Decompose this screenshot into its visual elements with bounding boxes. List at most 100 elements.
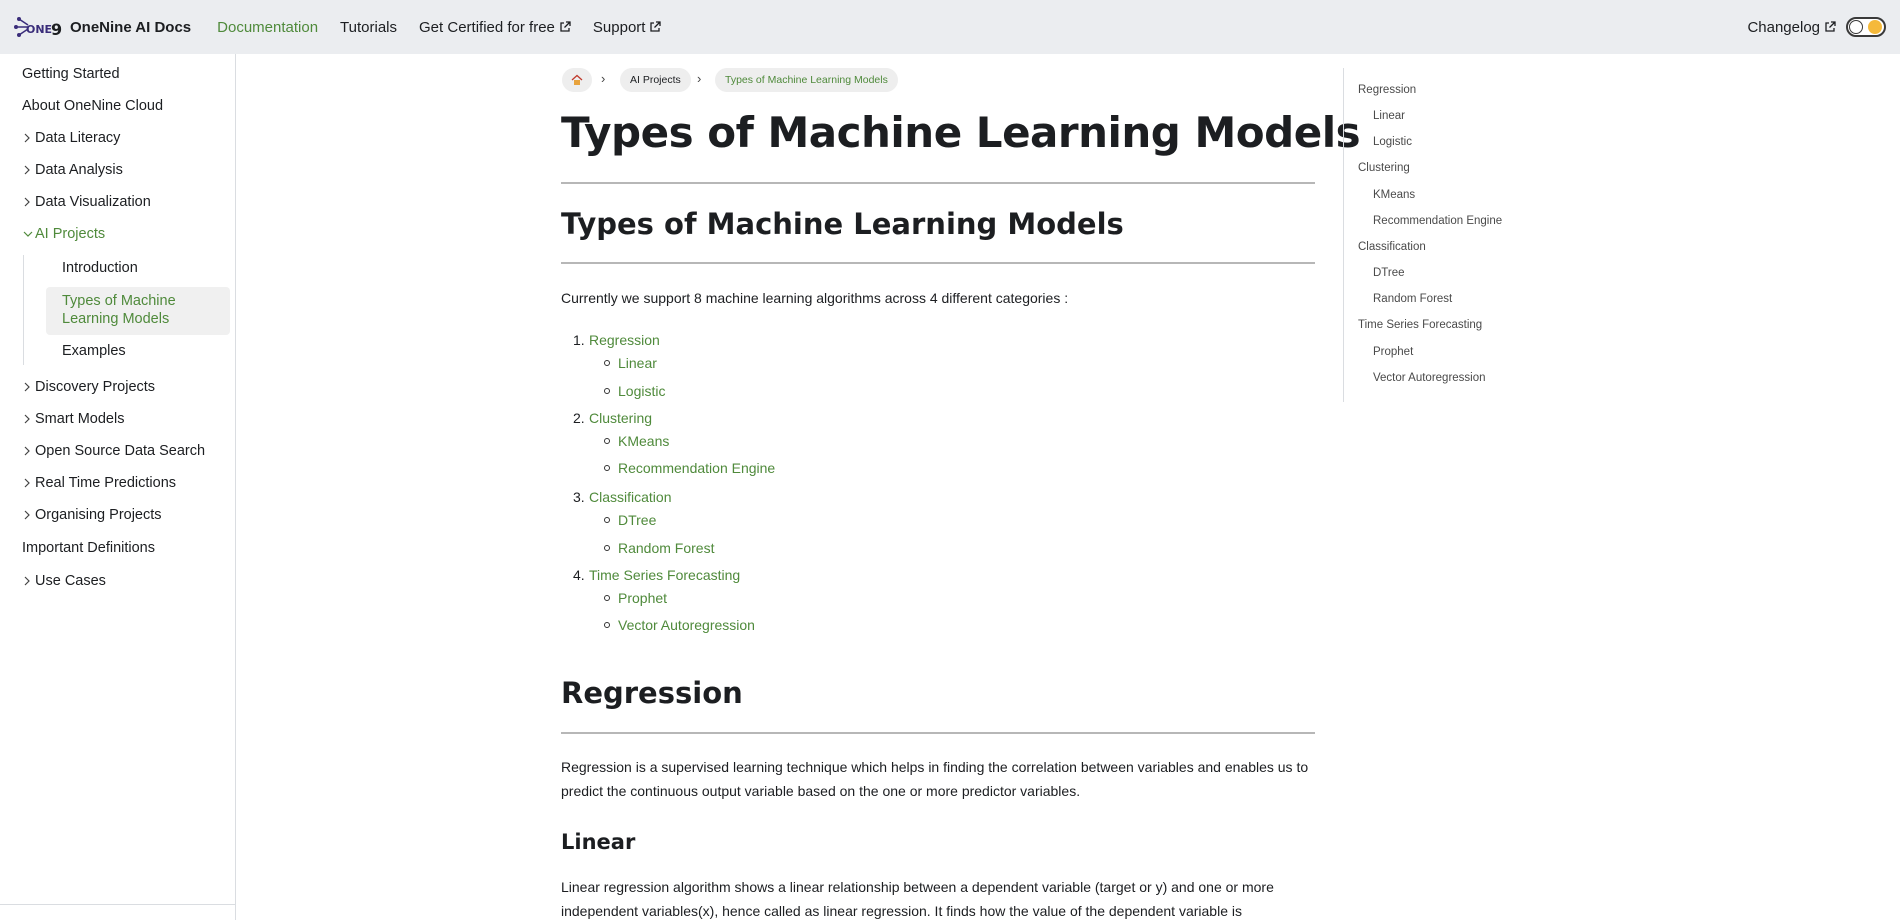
sidebar-collapse-bar[interactable] [0, 904, 235, 920]
toc-item-dtree[interactable]: DTree [1373, 267, 1405, 279]
breadcrumb-separator-icon: › [697, 71, 702, 86]
linear-heading: Linear [561, 830, 636, 854]
sidebar-item-label: Organising Projects [35, 507, 162, 523]
breadcrumb-label: AI Projects [630, 74, 681, 86]
sidebar-item-label: Smart Models [35, 411, 125, 427]
sidebar-item-real-time-predictions[interactable]: Real Time Predictions [22, 475, 176, 491]
link-prophet[interactable]: Prophet [618, 590, 667, 606]
link-logistic[interactable]: Logistic [618, 383, 665, 399]
sidebar-item-getting-started[interactable]: Getting Started [22, 66, 120, 82]
list-number: 1. [573, 332, 585, 348]
intro-paragraph: Currently we support 8 machine learning … [561, 290, 1069, 306]
link-recommendation-engine[interactable]: Recommendation Engine [618, 460, 775, 476]
nav-right: Changelog [1747, 0, 1886, 54]
toc-item-logistic[interactable]: Logistic [1373, 136, 1412, 148]
chevron-right-icon [24, 576, 30, 586]
nav-support-link[interactable]: Support [593, 19, 662, 36]
link-vector-autoregression[interactable]: Vector Autoregression [618, 617, 755, 633]
link-linear[interactable]: Linear [618, 355, 657, 371]
toc-item-recommendation-engine[interactable]: Recommendation Engine [1373, 215, 1502, 227]
chevron-right-icon [24, 510, 30, 520]
nav-get-certified-label: Get Certified for free [419, 18, 555, 36]
sun-icon [1868, 20, 1882, 34]
nav-get-certified-link[interactable]: Get Certified for free [419, 19, 571, 36]
chevron-right-icon [24, 478, 30, 488]
bullet [604, 438, 610, 444]
toc-item-time-series-forecasting[interactable]: Time Series Forecasting [1358, 319, 1482, 331]
page-title: Types of Machine Learning Models [561, 108, 1361, 157]
toc-item-regression[interactable]: Regression [1358, 84, 1416, 96]
toc-item-random-forest[interactable]: Random Forest [1373, 293, 1452, 305]
bullet [604, 545, 610, 551]
brand[interactable]: ONE 9 OneNine AI Docs [12, 11, 191, 43]
bullet [604, 517, 610, 523]
bullet [604, 622, 610, 628]
breadcrumb-separator-icon: › [601, 71, 606, 86]
link-regression[interactable]: Regression [589, 332, 660, 348]
nav-tutorials-label: Tutorials [340, 18, 398, 36]
toc-item-kmeans[interactable]: KMeans [1373, 189, 1415, 201]
toc-item-linear[interactable]: Linear [1373, 110, 1405, 122]
svg-text:9: 9 [51, 20, 62, 39]
external-link-icon [1825, 21, 1836, 32]
sidebar-item-label: Important Definitions [22, 540, 155, 556]
bullet [604, 388, 610, 394]
sidebar-item-use-cases[interactable]: Use Cases [22, 573, 106, 589]
sidebar-item-label: AI Projects [35, 226, 106, 242]
link-clustering[interactable]: Clustering [589, 410, 652, 426]
nav-documentation-label: Documentation [217, 18, 319, 36]
changelog-label: Changelog [1747, 18, 1820, 36]
sidebar-item-label: Use Cases [35, 573, 106, 589]
sidebar-item-label: Getting Started [22, 66, 120, 82]
divider [561, 732, 1315, 734]
list-number: 3. [573, 489, 585, 505]
link-time-series-forecasting[interactable]: Time Series Forecasting [589, 567, 740, 583]
changelog-link[interactable]: Changelog [1747, 19, 1836, 36]
sidebar-item-label: Data Visualization [35, 194, 151, 210]
sidebar-item-smart-models[interactable]: Smart Models [22, 411, 124, 427]
list-number: 4. [573, 567, 585, 583]
sidebar-subitem-types-of-ml-models[interactable]: Types of Machine Learning Models [62, 292, 222, 328]
sidebar-item-organising-projects[interactable]: Organising Projects [22, 507, 162, 523]
toc-item-vector-autoregression[interactable]: Vector Autoregression [1373, 372, 1486, 384]
external-link-icon [560, 21, 571, 32]
link-dtree[interactable]: DTree [618, 512, 656, 528]
sidebar-subitem-examples[interactable]: Examples [62, 343, 126, 359]
sidebar-item-data-analysis[interactable]: Data Analysis [22, 162, 123, 178]
nav-documentation-link[interactable]: Documentation [217, 19, 318, 36]
divider [561, 182, 1315, 184]
chevron-right-icon [24, 446, 30, 456]
toc-item-clustering[interactable]: Clustering [1358, 162, 1410, 174]
link-classification[interactable]: Classification [589, 489, 671, 505]
svg-text:ONE: ONE [26, 23, 52, 36]
sidebar-item-discovery-projects[interactable]: Discovery Projects [22, 379, 155, 395]
sidebar-item-about-onenine-cloud[interactable]: About OneNine Cloud [22, 98, 163, 114]
bullet [604, 465, 610, 471]
nav-tutorials-link[interactable]: Tutorials [340, 19, 397, 36]
chevron-down-icon [23, 231, 33, 237]
sidebar-subitem-label: Introduction [62, 260, 138, 276]
sidebar-item-data-literacy[interactable]: Data Literacy [22, 130, 120, 146]
toc-border [1343, 68, 1344, 402]
sidebar-item-label: Data Literacy [35, 130, 121, 146]
sidebar-item-open-source-data-search[interactable]: Open Source Data Search [22, 443, 205, 459]
sidebar-item-label: Open Source Data Search [35, 443, 206, 459]
chevron-right-icon [24, 382, 30, 392]
nav-support-label: Support [592, 18, 646, 36]
theme-toggle[interactable] [1846, 17, 1886, 37]
sidebar-item-important-definitions[interactable]: Important Definitions [22, 540, 155, 556]
regression-paragraph: Regression is a supervised learning tech… [561, 759, 1309, 799]
link-kmeans[interactable]: KMeans [618, 433, 669, 449]
breadcrumb-label: Types of Machine Learning Models [725, 74, 888, 86]
sidebar-item-ai-projects[interactable]: AI Projects [22, 226, 105, 242]
sidebar-subitem-introduction[interactable]: Introduction [62, 260, 138, 276]
toc-item-classification[interactable]: Classification [1358, 241, 1426, 253]
breadcrumb-ai-projects[interactable]: AI Projects [620, 68, 691, 92]
sidebar-item-data-visualization[interactable]: Data Visualization [22, 194, 151, 210]
sidebar-item-label: Data Analysis [35, 162, 123, 178]
breadcrumb-home[interactable] [562, 68, 592, 92]
regression-heading: Regression [561, 676, 743, 710]
link-random-forest[interactable]: Random Forest [618, 540, 714, 556]
chevron-right-icon [24, 414, 30, 424]
toc-item-prophet[interactable]: Prophet [1373, 346, 1413, 358]
